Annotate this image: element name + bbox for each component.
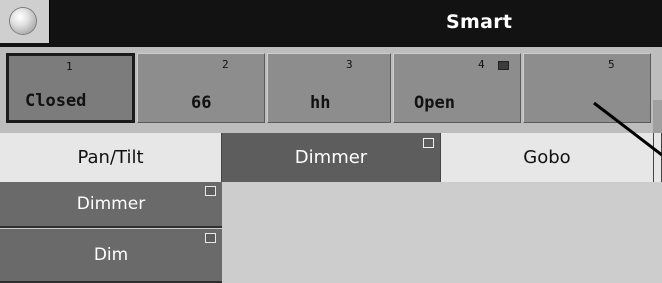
tab-overflow[interactable] (654, 133, 662, 182)
preset-number: 1 (66, 60, 73, 73)
preset-button-4[interactable]: 4 Open (393, 53, 521, 123)
preset-label: Open (414, 93, 455, 113)
title-bar: Smart (0, 0, 662, 47)
preset-label: hh (310, 93, 331, 113)
preset-number: 4 (478, 58, 485, 71)
sidebar-item-dim[interactable]: Dim (0, 229, 222, 283)
tab-bar: Pan/Tilt Dimmer Gobo (0, 133, 662, 182)
window-title: Smart (446, 11, 513, 33)
sidebar-item-label: Dimmer (76, 194, 146, 214)
preset-button-1[interactable]: 1 Closed (6, 53, 135, 123)
tab-label: Dimmer (294, 147, 368, 168)
preset-marked-icon (498, 61, 509, 70)
sidebar-corner-icon (205, 233, 216, 243)
tab-pan-tilt[interactable]: Pan/Tilt (0, 133, 222, 182)
status-orb-box[interactable] (0, 0, 50, 43)
preset-label: 66 (191, 93, 212, 113)
preset-number: 2 (222, 58, 229, 71)
smart-window: Smart 1 Closed 2 66 3 hh 4 Open 5 Pan/Ti… (0, 0, 662, 283)
content-area (222, 182, 662, 283)
preset-label: Closed (25, 91, 87, 111)
preset-row: 1 Closed 2 66 3 hh 4 Open 5 (0, 47, 662, 170)
sidebar-item-dimmer[interactable]: Dimmer (0, 182, 222, 228)
sidebar-item-label: Dim (93, 245, 129, 265)
preset-number: 5 (608, 58, 615, 71)
tab-gobo[interactable]: Gobo (441, 133, 654, 182)
preset-button-3[interactable]: 3 hh (267, 53, 391, 123)
tab-label: Pan/Tilt (77, 147, 144, 168)
sidebar-corner-icon (205, 186, 216, 196)
preset-button-2[interactable]: 2 66 (137, 53, 265, 123)
tab-label: Gobo (523, 147, 571, 168)
tab-dimmer[interactable]: Dimmer (222, 133, 441, 182)
preset-number: 3 (346, 58, 353, 71)
tab-corner-icon (423, 138, 434, 148)
status-orb-icon[interactable] (10, 8, 36, 34)
preset-button-5[interactable]: 5 (523, 53, 651, 123)
